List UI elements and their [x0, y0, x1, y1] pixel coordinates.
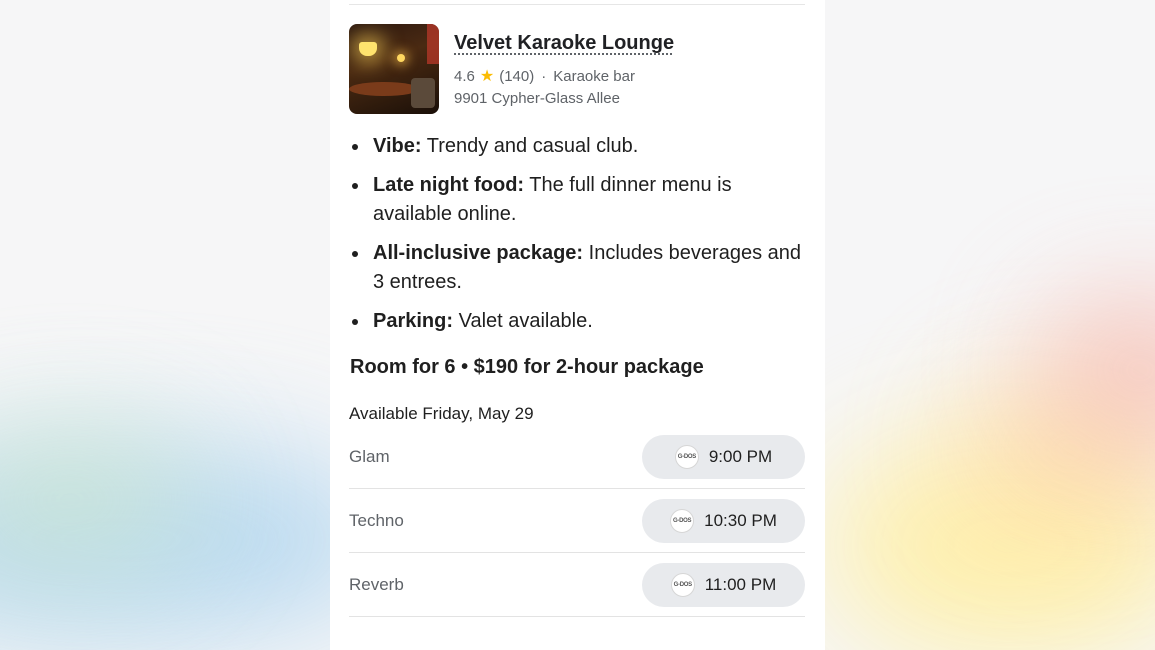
- room-name: Techno: [349, 511, 404, 530]
- room-row: Reverb G-DOS 11:00 PM: [349, 553, 805, 617]
- table-shape: [349, 82, 419, 96]
- detail-late-night-food: Late night food: The full dinner menu is…: [349, 171, 809, 229]
- detail-label: Late night food:: [373, 174, 525, 196]
- provider-logo-icon: G-DOS: [670, 573, 695, 597]
- wall-shape: [427, 24, 439, 64]
- review-count[interactable]: (140): [499, 68, 534, 85]
- rating-value: 4.6: [454, 67, 475, 85]
- time-slot-button[interactable]: G-DOS 11:00 PM: [642, 563, 805, 607]
- room-row: Glam G-DOS 9:00 PM: [349, 425, 805, 489]
- room-row: Techno G-DOS 10:30 PM: [349, 489, 805, 553]
- room-name: Glam: [349, 447, 390, 466]
- detail-label: All-inclusive package:: [373, 242, 584, 264]
- place-address: 9901 Cypher-Glass Allee: [454, 90, 620, 107]
- time-slot-label: 9:00 PM: [708, 447, 773, 466]
- room-name: Reverb: [349, 575, 404, 594]
- availability-date: Available Friday, May 29: [349, 404, 534, 423]
- detail-parking: Parking: Valet available.: [349, 307, 809, 336]
- lamp-shape: [359, 42, 377, 56]
- lamp-shape: [397, 54, 405, 62]
- detail-package: All-inclusive package: Includes beverage…: [349, 239, 809, 297]
- place-name-link[interactable]: Velvet Karaoke Lounge: [454, 32, 674, 55]
- chair-shape: [411, 78, 435, 108]
- room-list: Glam G-DOS 9:00 PM Techno G-DOS 10:30 PM…: [349, 425, 805, 617]
- place-header: Velvet Karaoke Lounge 4.6 ★ (140) · Kara…: [349, 24, 809, 114]
- detail-label: Parking:: [373, 310, 454, 332]
- package-summary: Room for 6 • $190 for 2-hour package: [350, 356, 704, 378]
- detail-vibe: Vibe: Trendy and casual club.: [349, 132, 809, 161]
- details-list: Vibe: Trendy and casual club. Late night…: [349, 132, 809, 346]
- place-meta: 4.6 ★ (140) · Karaoke bar: [454, 66, 635, 86]
- provider-logo-icon: G-DOS: [670, 509, 695, 533]
- time-slot-label: 10:30 PM: [704, 511, 777, 530]
- detail-text: Trendy and casual club.: [421, 135, 639, 157]
- place-card: Velvet Karaoke Lounge 4.6 ★ (140) · Kara…: [330, 0, 825, 650]
- provider-logo-icon: G-DOS: [674, 445, 699, 469]
- time-slot-label: 11:00 PM: [704, 575, 777, 594]
- time-slot-button[interactable]: G-DOS 9:00 PM: [642, 435, 805, 479]
- place-photo[interactable]: [349, 24, 439, 114]
- divider: [349, 4, 805, 5]
- meta-separator: ·: [541, 67, 547, 85]
- detail-label: Vibe:: [373, 135, 422, 157]
- time-slot-button[interactable]: G-DOS 10:30 PM: [642, 499, 805, 543]
- place-category: Karaoke bar: [553, 67, 635, 85]
- star-icon: ★: [479, 68, 495, 85]
- detail-text: Valet available.: [453, 310, 593, 332]
